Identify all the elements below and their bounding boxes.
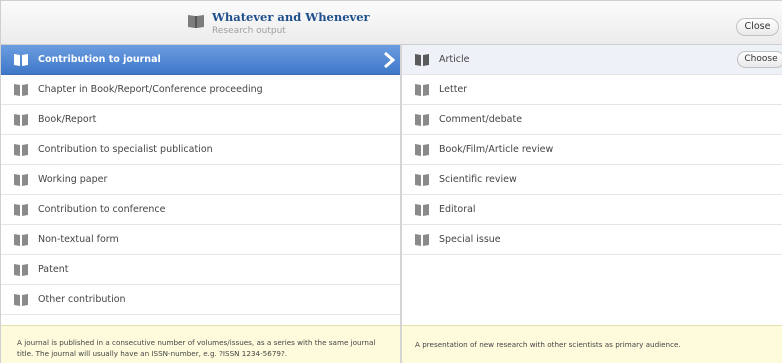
subtype-list: Article Choose Letter Comment/debate Boo… <box>402 45 782 325</box>
category-description-text: A journal is published in a consecutive … <box>17 338 376 358</box>
book-icon <box>14 114 28 126</box>
book-icon <box>14 204 28 216</box>
book-icon <box>14 174 28 186</box>
book-icon <box>14 264 28 276</box>
dialog-header: Whatever and Whenever Research output Cl… <box>1 1 782 45</box>
category-item-label: Contribution to specialist publication <box>38 144 213 155</box>
category-item-label: Contribution to journal <box>38 54 161 65</box>
category-item-label: Non-textual form <box>38 234 119 245</box>
category-list: Contribution to journal Chapter in Book/… <box>1 45 401 325</box>
subtype-description-text: A presentation of new research with othe… <box>415 340 681 349</box>
book-icon <box>415 174 429 186</box>
book-icon <box>188 15 204 28</box>
subtype-item-scientific-review[interactable]: Scientific review <box>402 165 782 195</box>
book-icon <box>415 234 429 246</box>
category-item-working-paper[interactable]: Working paper <box>1 165 401 195</box>
subtype-item-editoral[interactable]: Editoral <box>402 195 782 225</box>
book-icon <box>415 54 429 66</box>
book-icon <box>415 144 429 156</box>
subtype-item-article[interactable]: Article Choose <box>402 45 782 75</box>
category-item-chapter[interactable]: Chapter in Book/Report/Conference procee… <box>1 75 401 105</box>
category-item-contribution-to-journal[interactable]: Contribution to journal <box>1 45 401 75</box>
category-item-label: Contribution to conference <box>38 204 166 215</box>
book-icon <box>14 84 28 96</box>
category-item-patent[interactable]: Patent <box>1 255 401 285</box>
category-item-label: Patent <box>38 264 69 275</box>
category-item-specialist-publication[interactable]: Contribution to specialist publication <box>1 135 401 165</box>
subtype-item-label: Book/Film/Article review <box>439 144 554 155</box>
subtype-item-label: Article <box>439 54 470 65</box>
book-icon <box>14 234 28 246</box>
subtype-item-label: Editoral <box>439 204 476 215</box>
book-icon <box>14 294 28 306</box>
category-item-label: Working paper <box>38 174 108 185</box>
subtype-item-label: Comment/debate <box>439 114 523 125</box>
category-item-label: Chapter in Book/Report/Conference procee… <box>38 84 263 95</box>
subtype-item-letter[interactable]: Letter <box>402 75 782 105</box>
book-icon <box>14 54 28 66</box>
choose-button[interactable]: Choose <box>737 51 782 68</box>
subtype-item-special-issue[interactable]: Special issue <box>402 225 782 255</box>
page-subtitle: Research output <box>212 26 286 36</box>
book-icon <box>415 204 429 216</box>
category-item-conference[interactable]: Contribution to conference <box>1 195 401 225</box>
dialog-frame: Whatever and Whenever Research output Cl… <box>0 0 782 363</box>
chevron-right-icon <box>384 51 395 69</box>
subtype-item-label: Special issue <box>439 234 501 245</box>
category-description: A journal is published in a consecutive … <box>1 325 400 363</box>
subtype-item-label: Scientific review <box>439 174 517 185</box>
subtype-item-review[interactable]: Book/Film/Article review <box>402 135 782 165</box>
category-item-label: Other contribution <box>38 294 126 305</box>
subtype-description: A presentation of new research with othe… <box>402 325 782 363</box>
category-item-non-textual-form[interactable]: Non-textual form <box>1 225 401 255</box>
category-item-other-contribution[interactable]: Other contribution <box>1 285 401 315</box>
page-title: Whatever and Whenever <box>212 10 370 24</box>
subtype-item-comment-debate[interactable]: Comment/debate <box>402 105 782 135</box>
category-item-book-report[interactable]: Book/Report <box>1 105 401 135</box>
category-item-label: Book/Report <box>38 114 97 125</box>
book-icon <box>14 144 28 156</box>
close-button[interactable]: Close <box>736 18 779 36</box>
book-icon <box>415 84 429 96</box>
subtype-item-label: Letter <box>439 84 468 95</box>
book-icon <box>415 114 429 126</box>
